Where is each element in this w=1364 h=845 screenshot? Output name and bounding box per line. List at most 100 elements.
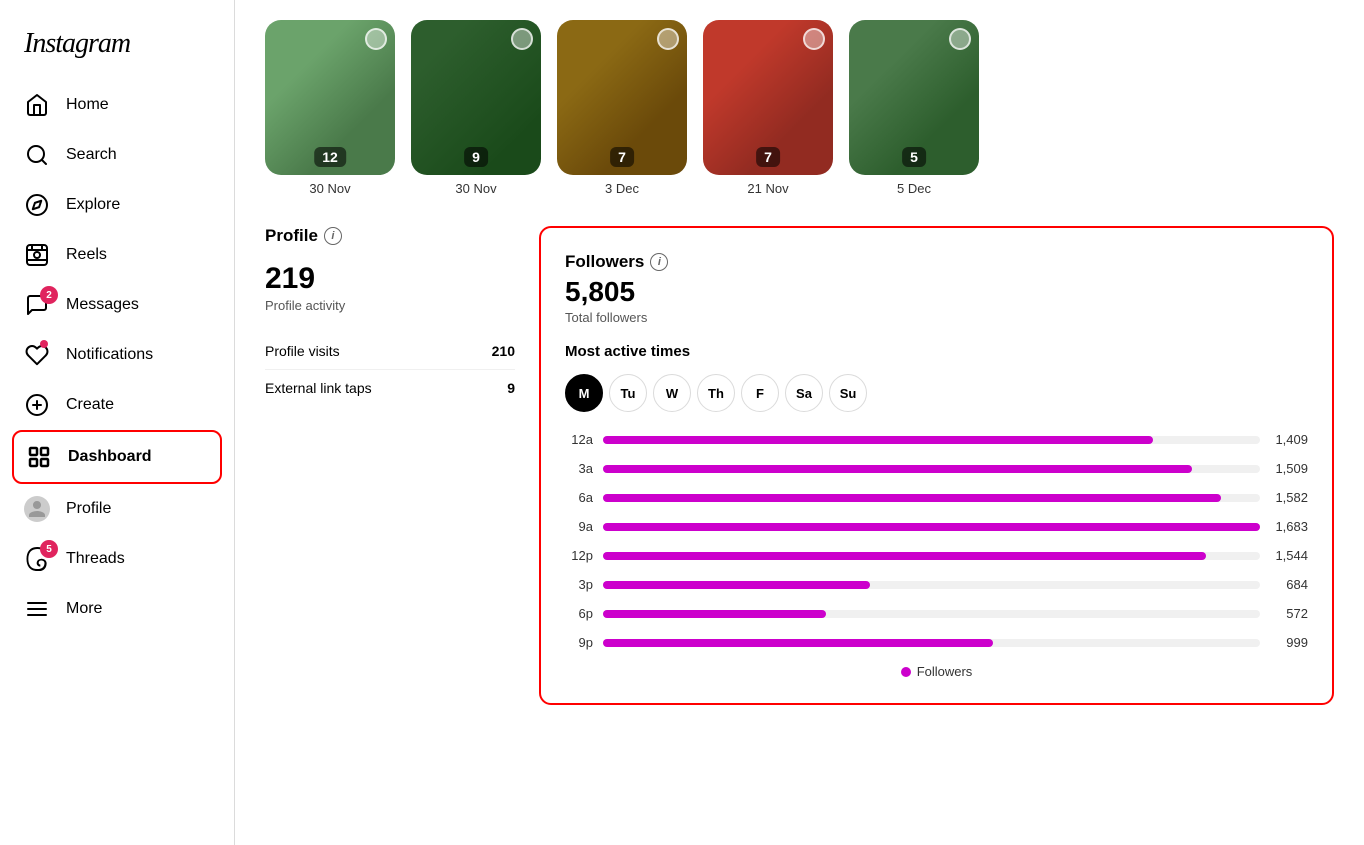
- bar-row-12p: 12p 1,544: [565, 548, 1308, 563]
- bar-value-6a: 1,582: [1270, 490, 1308, 505]
- bar-label-6p: 6p: [565, 606, 593, 621]
- story-thumb-1: 9: [411, 20, 541, 175]
- sidebar-item-messages[interactable]: 2 Messages: [12, 280, 222, 330]
- day-tabs: M Tu W Th F Sa Su: [565, 374, 1308, 412]
- sidebar-item-label-home: Home: [66, 96, 109, 114]
- story-date-2: 3 Dec: [605, 181, 639, 196]
- followers-panel: Followers i 5,805 Total followers Most a…: [539, 226, 1334, 705]
- story-count-1: 9: [464, 147, 488, 167]
- bar-track-6a: [603, 494, 1260, 502]
- day-tab-M[interactable]: M: [565, 374, 603, 412]
- bar-row-6a: 6a 1,582: [565, 490, 1308, 505]
- story-item-4[interactable]: 5 5 Dec: [849, 20, 979, 196]
- sidebar-item-explore[interactable]: Explore: [12, 180, 222, 230]
- day-tab-Th[interactable]: Th: [697, 374, 735, 412]
- story-circle-0: [365, 28, 387, 50]
- story-circle-2: [657, 28, 679, 50]
- sidebar-item-reels[interactable]: Reels: [12, 230, 222, 280]
- bar-fill-6p: [603, 610, 826, 618]
- followers-info-icon[interactable]: i: [650, 253, 668, 271]
- bar-row-9a: 9a 1,683: [565, 519, 1308, 534]
- bar-row-3p: 3p 684: [565, 577, 1308, 592]
- day-tab-Tu[interactable]: Tu: [609, 374, 647, 412]
- sidebar-item-threads[interactable]: 5 Threads: [12, 534, 222, 584]
- day-tab-W[interactable]: W: [653, 374, 691, 412]
- bar-track-3p: [603, 581, 1260, 589]
- instagram-logo[interactable]: Instagram: [12, 12, 222, 80]
- bar-label-12a: 12a: [565, 432, 593, 447]
- explore-icon: [24, 192, 50, 218]
- story-count-2: 7: [610, 147, 634, 167]
- day-tab-Sa[interactable]: Sa: [785, 374, 823, 412]
- profile-panel-title-text: Profile: [265, 226, 318, 246]
- more-icon: [24, 596, 50, 622]
- bar-row-3a: 3a 1,509: [565, 461, 1308, 476]
- story-date-1: 30 Nov: [455, 181, 496, 196]
- profile-panel: Profile i 219 Profile activity Profile v…: [265, 226, 515, 705]
- messages-badge: 2: [40, 286, 58, 304]
- main-content: 12 30 Nov 9 30 Nov 7 3 Dec 7 21 Nov: [235, 0, 1364, 845]
- bar-row-9p: 9p 999: [565, 635, 1308, 650]
- chart-legend: Followers: [565, 664, 1308, 679]
- bar-label-6a: 6a: [565, 490, 593, 505]
- sidebar-item-label-explore: Explore: [66, 196, 120, 214]
- sidebar-item-label-notifications: Notifications: [66, 346, 153, 364]
- profile-info-icon[interactable]: i: [324, 227, 342, 245]
- search-icon: [24, 142, 50, 168]
- most-active-label: Most active times: [565, 343, 1308, 360]
- dashboard-row: Profile i 219 Profile activity Profile v…: [265, 226, 1334, 705]
- bar-fill-3p: [603, 581, 870, 589]
- profile-stat-links: External link taps 9: [265, 370, 515, 406]
- bar-row-6p: 6p 572: [565, 606, 1308, 621]
- bar-value-9p: 999: [1270, 635, 1308, 650]
- bar-fill-12p: [603, 552, 1206, 560]
- followers-header: Followers i: [565, 252, 1308, 272]
- sidebar-item-label-more: More: [66, 600, 102, 618]
- sidebar-item-more[interactable]: More: [12, 584, 222, 634]
- story-thumb-4: 5: [849, 20, 979, 175]
- create-icon: [24, 392, 50, 418]
- story-count-3: 7: [756, 147, 780, 167]
- sidebar-item-notifications[interactable]: Notifications: [12, 330, 222, 380]
- bar-fill-9p: [603, 639, 993, 647]
- bar-track-9a: [603, 523, 1260, 531]
- sidebar-item-label-profile: Profile: [66, 500, 111, 518]
- bar-track-12p: [603, 552, 1260, 560]
- bar-value-9a: 1,683: [1270, 519, 1308, 534]
- bar-label-12p: 12p: [565, 548, 593, 563]
- sidebar-item-label-messages: Messages: [66, 296, 139, 314]
- story-date-4: 5 Dec: [897, 181, 931, 196]
- story-item-0[interactable]: 12 30 Nov: [265, 20, 395, 196]
- sidebar-item-create[interactable]: Create: [12, 380, 222, 430]
- bar-value-3p: 684: [1270, 577, 1308, 592]
- threads-badge: 5: [40, 540, 58, 558]
- bar-value-3a: 1,509: [1270, 461, 1308, 476]
- bar-label-9a: 9a: [565, 519, 593, 534]
- story-thumb-3: 7: [703, 20, 833, 175]
- profile-total-label: Profile activity: [265, 298, 515, 313]
- sidebar-item-profile[interactable]: Profile: [12, 484, 222, 534]
- reels-icon: [24, 242, 50, 268]
- sidebar-item-search[interactable]: Search: [12, 130, 222, 180]
- profile-panel-title: Profile i: [265, 226, 515, 246]
- bar-label-9p: 9p: [565, 635, 593, 650]
- story-item-1[interactable]: 9 30 Nov: [411, 20, 541, 196]
- story-circle-1: [511, 28, 533, 50]
- day-tab-F[interactable]: F: [741, 374, 779, 412]
- story-thumb-0: 12: [265, 20, 395, 175]
- followers-total: 5,805: [565, 276, 1308, 308]
- story-item-3[interactable]: 7 21 Nov: [703, 20, 833, 196]
- bar-value-12a: 1,409: [1270, 432, 1308, 447]
- bar-track-12a: [603, 436, 1260, 444]
- sidebar-item-dashboard[interactable]: Dashboard: [12, 430, 222, 484]
- day-tab-Su[interactable]: Su: [829, 374, 867, 412]
- sidebar-item-label-dashboard: Dashboard: [68, 448, 152, 466]
- story-count-0: 12: [314, 147, 346, 167]
- story-item-2[interactable]: 7 3 Dec: [557, 20, 687, 196]
- legend-dot-followers: [901, 667, 911, 677]
- sidebar-item-home[interactable]: Home: [12, 80, 222, 130]
- story-count-4: 5: [902, 147, 926, 167]
- profile-links-label: External link taps: [265, 380, 372, 396]
- bar-value-12p: 1,544: [1270, 548, 1308, 563]
- followers-title-text: Followers: [565, 252, 644, 272]
